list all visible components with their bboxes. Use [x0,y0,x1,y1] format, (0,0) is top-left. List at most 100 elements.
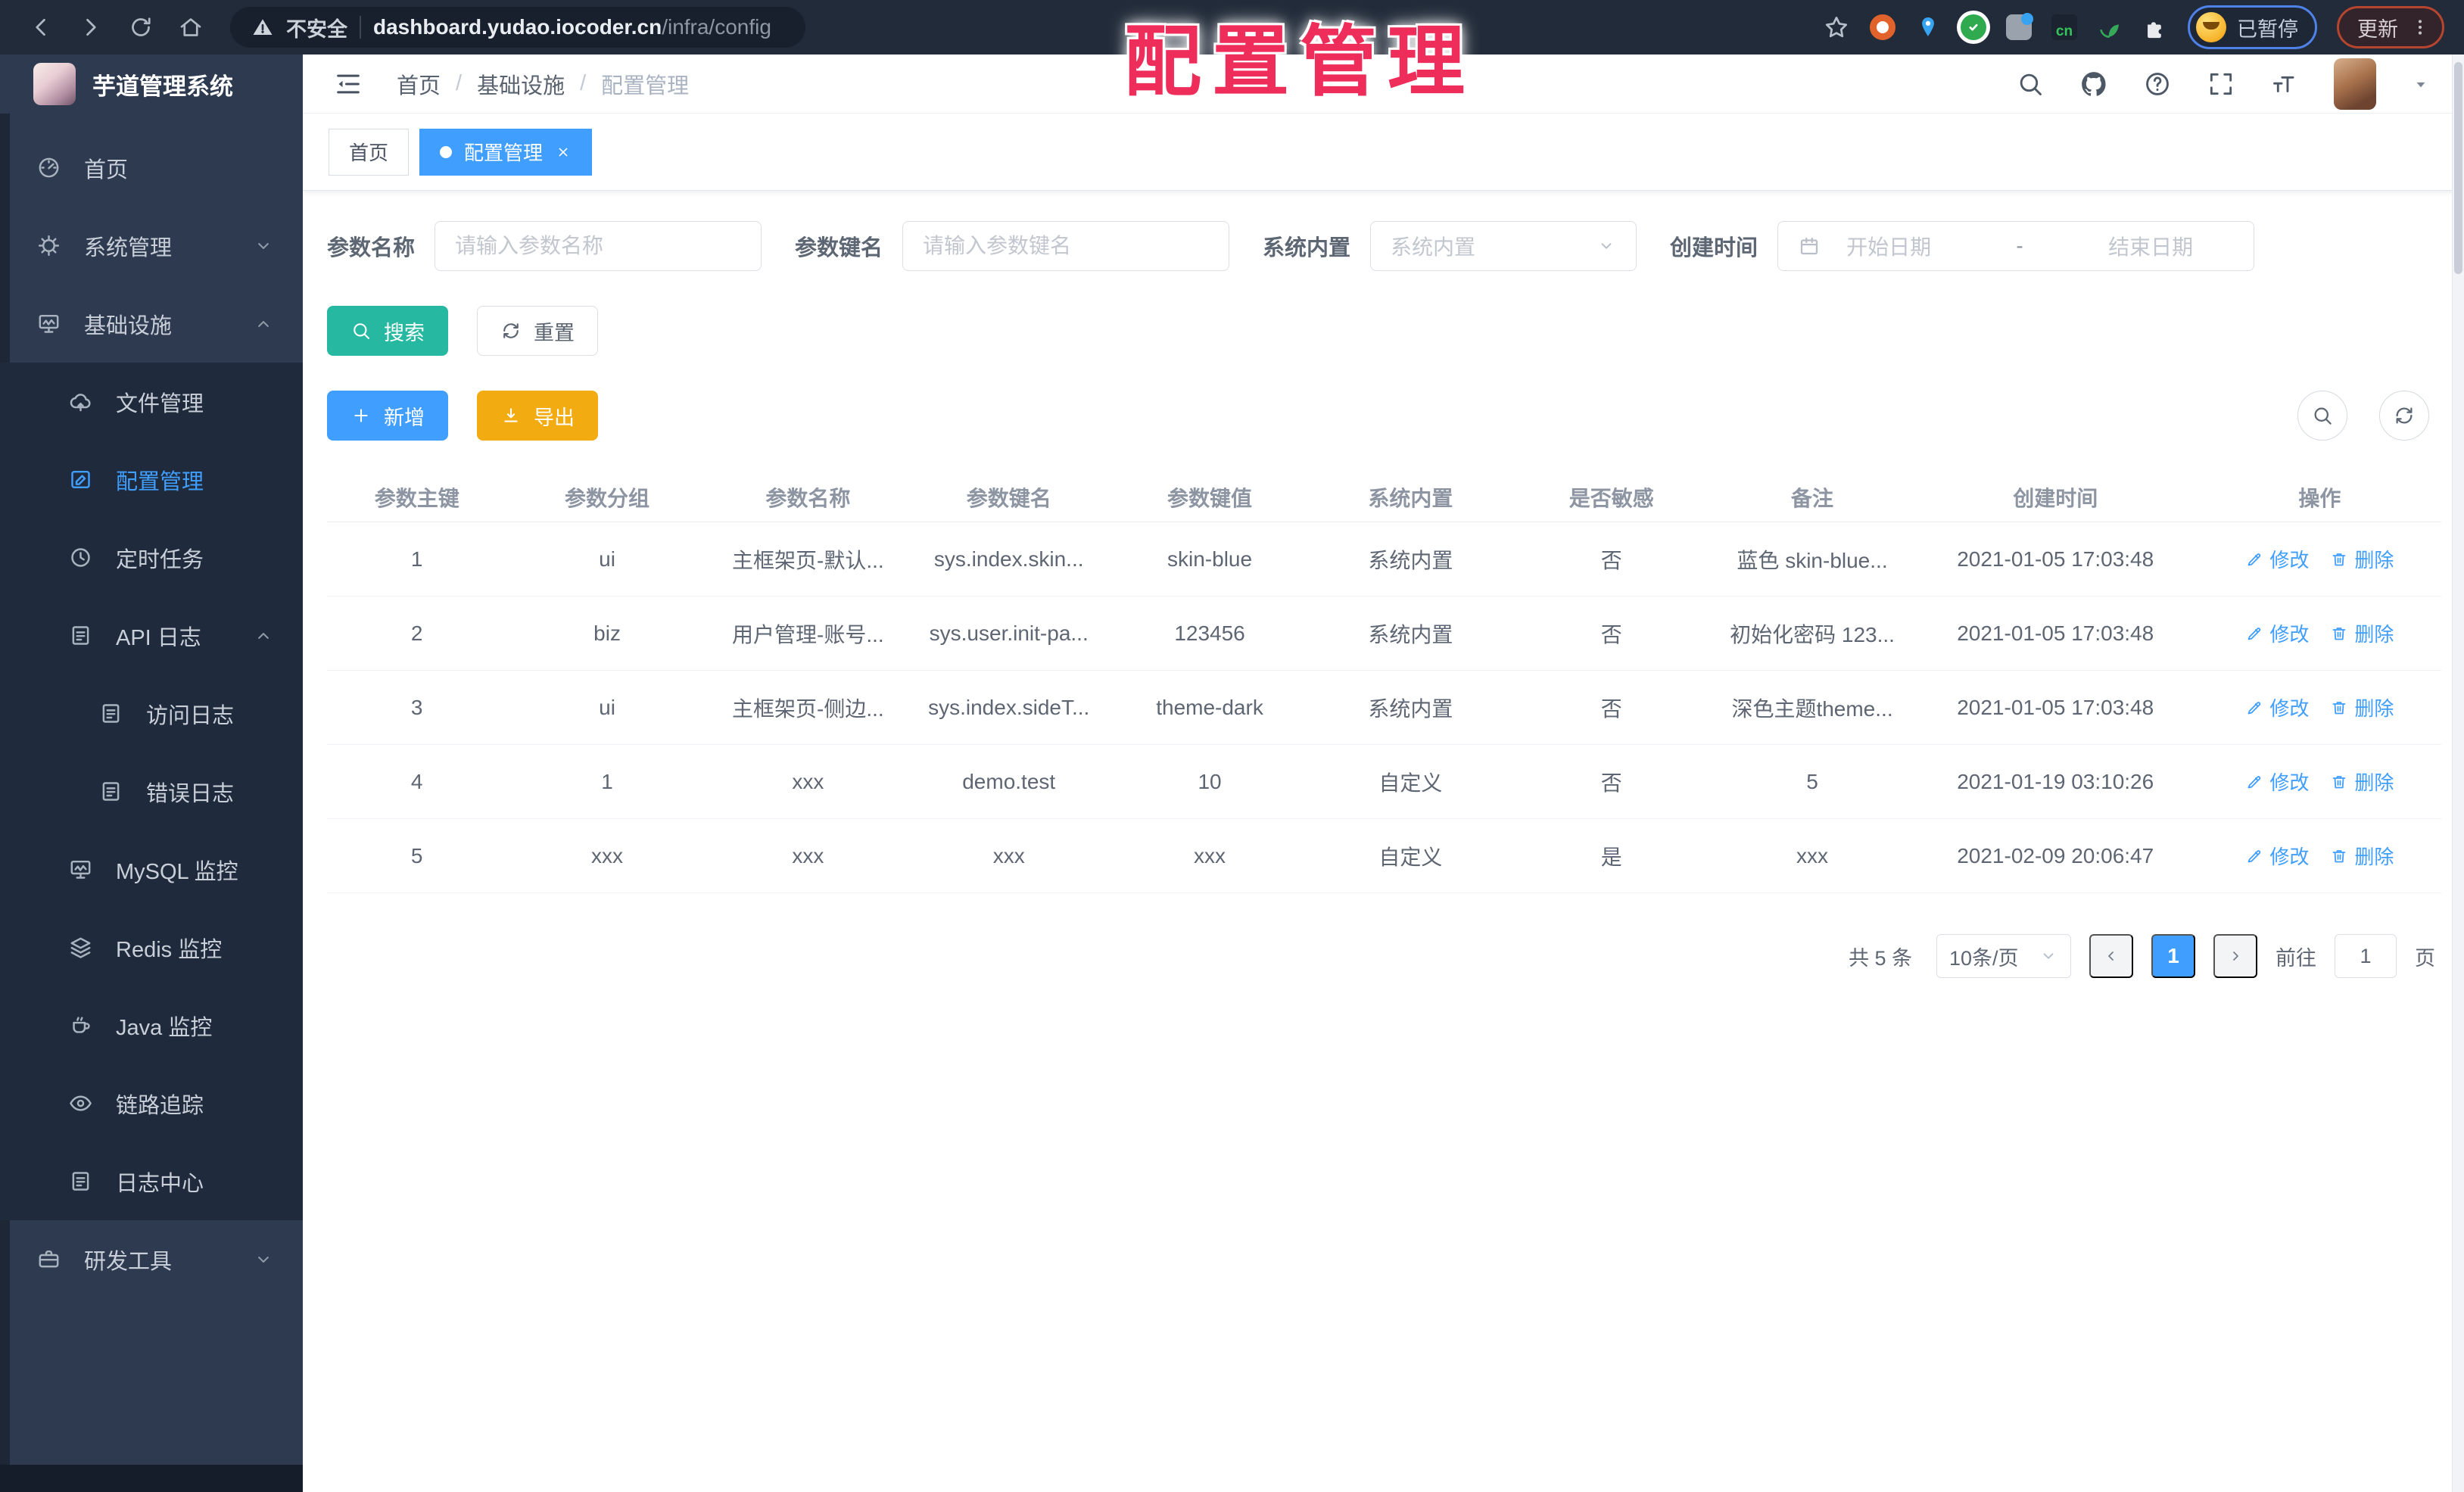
browser-profile-button[interactable]: 已暂停 [2188,5,2317,49]
param-name-input[interactable] [455,234,742,258]
sidebar-item[interactable]: 文件管理 [0,363,303,441]
toggle-search-button[interactable] [2297,391,2347,441]
search-button[interactable]: 搜索 [327,306,448,356]
timer-icon [68,545,93,570]
browser-menu-kebab-icon[interactable] [2410,17,2430,37]
extension-cn-icon[interactable]: cn [2051,14,2077,40]
sidebar-item[interactable]: 日志中心 [0,1142,303,1220]
sidebar-item[interactable]: 研发工具 [0,1220,303,1298]
cell-remark: 5 [1806,769,1818,793]
fullscreen-icon[interactable] [2207,70,2235,98]
browser-update-button[interactable]: 更新 [2337,6,2444,48]
edit-link[interactable]: 修改 [2245,619,2309,647]
user-avatar[interactable] [2334,58,2376,110]
breadcrumb-infra[interactable]: 基础设施 [477,68,565,100]
cell-id: 4 [410,769,423,793]
extensions-puzzle-icon[interactable] [2142,14,2168,40]
extension-leaf-icon[interactable] [2097,14,2123,40]
not-secure-warning-icon[interactable] [251,16,274,39]
table-row: 5 xxx xxx xxx xxx 自定义 是 xxx 2021-02-09 20:06:47 修… [327,819,2441,893]
extension-grid-icon[interactable] [2006,13,2033,40]
cell-type: 自定义 [1378,771,1443,795]
delete-link[interactable]: 删除 [2330,842,2394,870]
next-page-button[interactable] [2213,934,2257,978]
sidebar-item[interactable]: 访问日志 [0,674,303,752]
page-scrollbar[interactable] [2452,55,2464,1492]
cell-id: 1 [410,547,423,571]
cell-group: ui [599,695,615,719]
edit-link[interactable]: 修改 [2245,693,2309,721]
edit-link[interactable]: 修改 [2245,768,2309,796]
sidebar-item[interactable]: 基础设施 [0,285,303,363]
reset-button[interactable]: 重置 [477,306,598,356]
edit-pen-icon [2245,625,2263,643]
profile-label: 已暂停 [2237,17,2298,41]
mysql-icon [68,857,93,882]
sidebar-logo[interactable]: 芋道管理系统 [0,55,303,114]
sidebar-item-label: 系统管理 [84,235,173,260]
prev-page-button[interactable] [2089,934,2133,978]
goto-page-input[interactable] [2335,934,2397,978]
sidebar-item[interactable]: 首页 [0,129,303,207]
table-row: 1 ui 主框架页-默认... sys.index.skin... skin-blue 系… [327,522,2441,596]
sidebar-item[interactable]: Redis 监控 [0,908,303,986]
sidebar-item[interactable]: Java 监控 [0,986,303,1064]
edit-link[interactable]: 修改 [2245,545,2309,573]
bookmark-star-icon[interactable] [1823,14,1850,41]
export-button[interactable]: 导出 [477,391,598,441]
column-header: 参数键名 [966,486,1051,510]
sidebar-item[interactable]: 链路追踪 [0,1064,303,1142]
address-bar[interactable]: 不安全 dashboard.yudao.iocoder.cn/infra/con… [230,7,805,48]
topbar-icons [2016,58,2431,110]
page-1-button[interactable]: 1 [2151,934,2195,978]
url-text: dashboard.yudao.iocoder.cn/infra/config [373,15,771,39]
browser-back-icon[interactable] [27,14,55,41]
sidebar-item[interactable]: 系统管理 [0,207,303,285]
refresh-icon [500,320,522,341]
edit-square-icon [68,467,93,492]
add-button[interactable]: 新增 [327,391,448,441]
tab-config-active[interactable]: 配置管理 [419,128,593,176]
extension-orange-icon[interactable] [1870,14,1896,40]
user-caret-down-icon[interactable] [2411,74,2431,94]
sidebar-item[interactable]: 配置管理 [0,441,303,519]
cell-id: 3 [410,695,423,719]
tab-home[interactable]: 首页 [329,128,410,176]
date-range-picker[interactable]: 开始日期 - 结束日期 [1777,221,2255,271]
refresh-table-button[interactable] [2379,391,2429,441]
delete-link[interactable]: 删除 [2330,768,2394,796]
table-row: 3 ui 主框架页-侧边... sys.index.sideT... theme-dar… [327,671,2441,745]
help-icon[interactable] [2143,70,2172,98]
table-row: 4 1 xxx demo.test 10 自定义 否 5 2021-01-19 03:10:26… [327,745,2441,819]
breadcrumb-home[interactable]: 首页 [397,68,441,100]
delete-link[interactable]: 删除 [2330,619,2394,647]
param-key-input[interactable] [923,234,1210,258]
table-row: 2 biz 用户管理-账号... sys.user.init-pa... 123456 系… [327,596,2441,671]
column-header: 参数主键 [374,486,459,510]
search-icon[interactable] [2016,70,2045,98]
extension-pin-icon[interactable] [1915,14,1941,40]
browser-home-icon[interactable] [177,14,204,41]
sidebar-bottom-strip [0,1465,303,1492]
browser-reload-icon[interactable] [127,14,154,41]
delete-link[interactable]: 删除 [2330,693,2394,721]
scrollbar-thumb[interactable] [2454,62,2462,274]
sidebar: 芋道管理系统 首页系统管理基础设施 文件管理 配置管理 定时任务 API 日志 访问日志错… [0,55,303,1492]
sidebar-item[interactable]: 定时任务 [0,519,303,596]
font-size-icon[interactable] [2270,70,2299,98]
browser-forward-icon[interactable] [77,14,104,41]
collapse-sidebar-icon[interactable] [333,69,363,99]
edit-link[interactable]: 修改 [2245,842,2309,870]
close-tab-icon[interactable] [555,144,572,160]
delete-link[interactable]: 删除 [2330,545,2394,573]
extension-check-icon[interactable] [1961,14,1986,40]
system-builtin-select[interactable]: 系统内置 [1370,221,1637,271]
page-content: 参数名称 参数键名 系统内置 系统内置 创建时间 开始日期 - [303,191,2464,1492]
sidebar-item[interactable]: API 日志 [0,596,303,674]
sidebar-item-label: Redis 监控 [116,937,223,962]
cell-value: 123456 [1174,621,1245,645]
page-size-select[interactable]: 10条/页 [1936,934,2071,978]
sidebar-item[interactable]: 错误日志 [0,752,303,830]
github-icon[interactable] [2079,70,2108,98]
sidebar-item[interactable]: MySQL 监控 [0,830,303,908]
